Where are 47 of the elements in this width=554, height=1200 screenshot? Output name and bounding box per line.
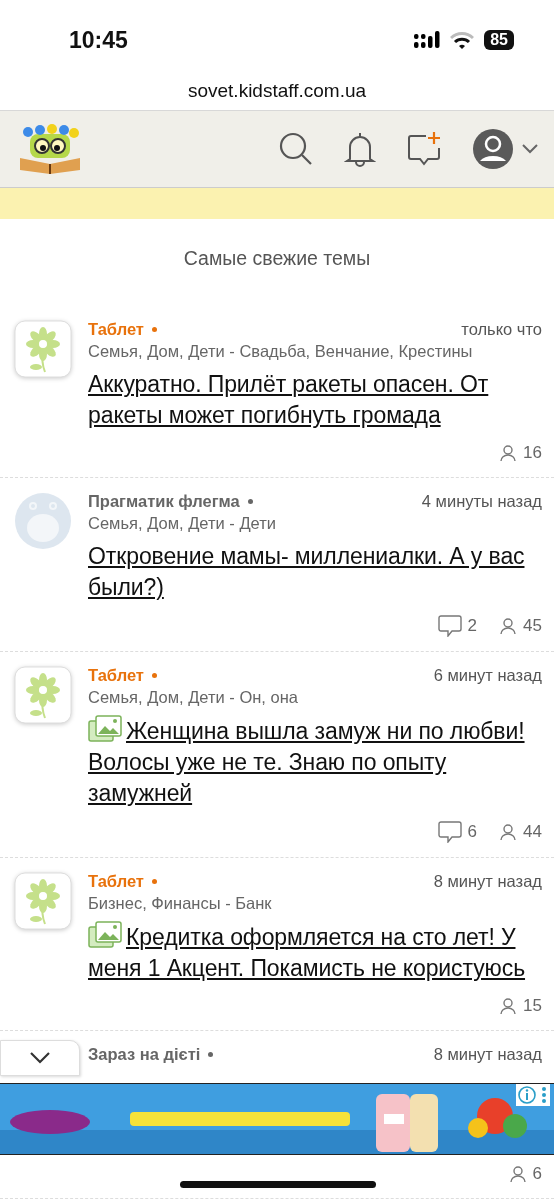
url-text[interactable]: sovet.kidstaff.com.ua: [187, 80, 367, 101]
category-path[interactable]: Семья, Дом, Дети - Он, она: [88, 688, 542, 707]
post-time: 8 минут назад: [433, 872, 542, 891]
user-icon: [499, 617, 518, 635]
view-count: 16: [523, 443, 542, 463]
comment-count: 6: [467, 822, 478, 842]
topic-title-link[interactable]: Кредитка оформляется на сто лет! У меня 1 Акцент. Покамисть не користуюсь: [88, 921, 542, 984]
post-time: 6 минут назад: [433, 666, 542, 685]
post-time: 8 минут назад: [433, 1045, 542, 1064]
author-name[interactable]: Прагматик флегма: [88, 492, 240, 511]
view-count: 45: [523, 616, 542, 636]
topic-title-link[interactable]: Аккуратно. Прилёт ракеты опасен. От ракеты может погибнуть громада: [88, 369, 542, 431]
wifi-icon: [450, 31, 475, 49]
view-count: 44: [523, 822, 542, 842]
topic-title-link[interactable]: Откровение мамы- миллениалки. А у вас были?): [88, 541, 542, 603]
comment-icon: [437, 821, 462, 843]
author-name[interactable]: Таблет: [88, 872, 144, 891]
new-message-icon[interactable]: [406, 131, 442, 167]
author-name[interactable]: Таблет: [88, 666, 144, 685]
user-icon: [499, 823, 518, 841]
chevron-down-icon[interactable]: [522, 144, 538, 154]
view-count: 15: [523, 996, 542, 1016]
chevron-down-icon: [30, 1052, 50, 1064]
view-count: 6: [532, 1164, 542, 1184]
post-time: только что: [461, 320, 542, 339]
post-time: 4 минуты назад: [421, 492, 542, 511]
user-icon: [499, 997, 518, 1015]
category-path[interactable]: Бизнес, Финансы - Банк: [88, 894, 542, 913]
user-icon: [499, 444, 518, 462]
category-path[interactable]: Семья, Дом, Дети - Свадьба, Венчание, Крестины: [88, 342, 542, 361]
category-path[interactable]: Семья, Дом, Дети - Дети: [88, 514, 542, 533]
author-name[interactable]: Таблет: [88, 320, 144, 339]
signal-icon: [414, 31, 441, 49]
bell-icon[interactable]: [344, 131, 376, 167]
owl-book-logo[interactable]: [18, 124, 82, 174]
comment-count: 2: [467, 616, 478, 636]
avatar-icon[interactable]: [472, 128, 514, 170]
user-icon: [508, 1165, 527, 1183]
clock: 10:45: [69, 26, 128, 54]
more-icon[interactable]: [538, 1084, 550, 1106]
author-name[interactable]: Зараз на дієті: [88, 1045, 201, 1064]
topic-title-link[interactable]: Женщина вышла замуж ни по любви! Волосы уже не те. Знаю по опыту замужней: [88, 715, 542, 809]
info-icon[interactable]: [516, 1084, 538, 1106]
comment-icon: [437, 615, 462, 637]
search-icon[interactable]: [278, 131, 314, 167]
section-title: Самые свежие темы: [182, 247, 372, 270]
battery-indicator: 85: [484, 30, 514, 50]
